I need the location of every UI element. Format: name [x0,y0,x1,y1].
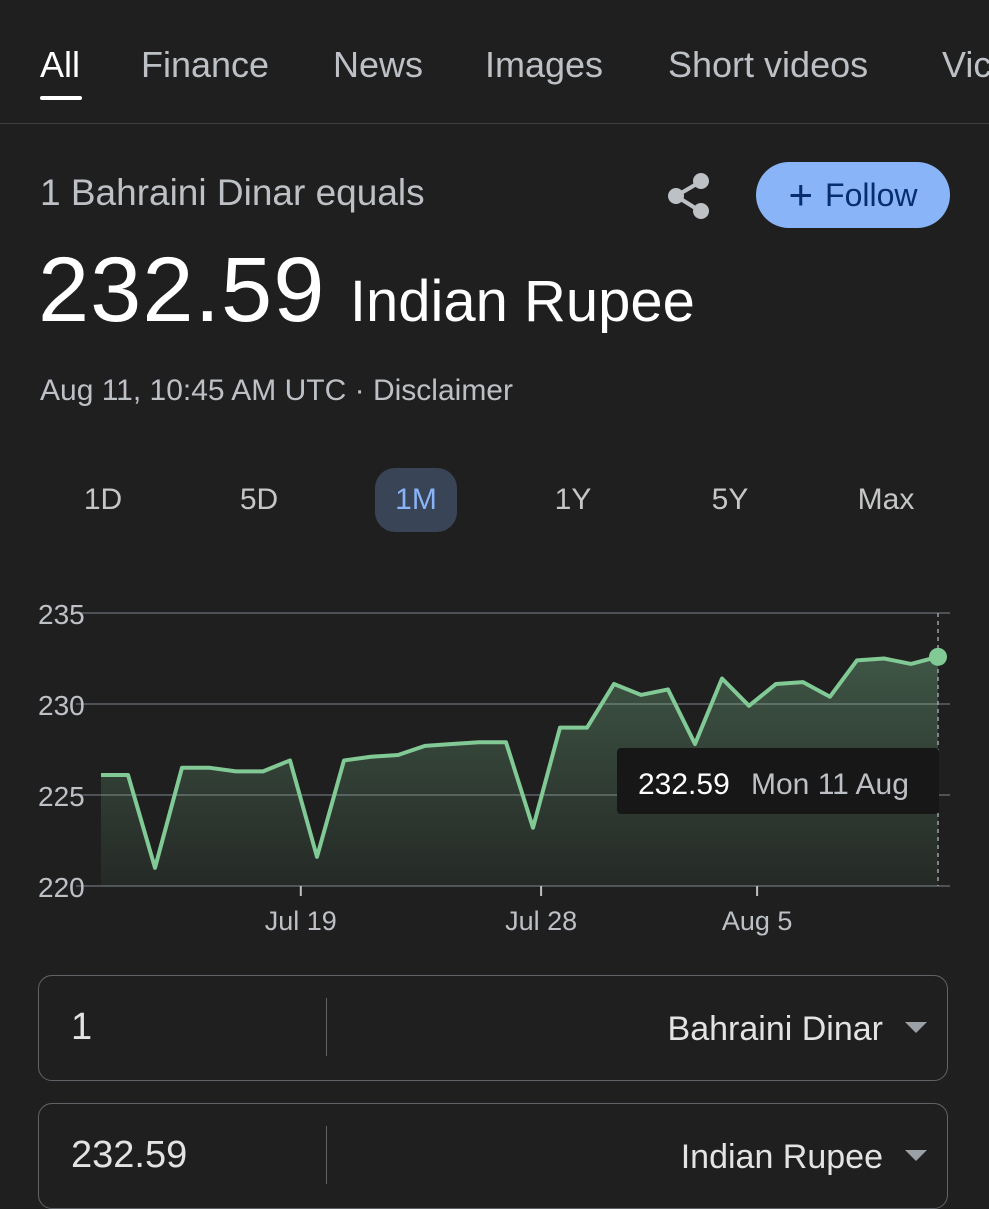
timestamp: Aug 11, 10:45 AM UTC [40,374,347,407]
tooltip-date: Mon 11 Aug [751,768,909,801]
active-tab-indicator [40,96,82,100]
disclaimer-link[interactable]: Disclaimer [373,374,513,407]
tooltip-value: 232.59 [638,768,730,801]
timestamp-line: Aug 11, 10:45 AM UTC · Disclaimer [40,374,513,408]
y-tick-label: 230 [38,690,85,721]
tab-short-videos[interactable]: Short videos [668,44,868,86]
converter-divider [326,1126,327,1184]
tab-all[interactable]: All [40,44,80,86]
chevron-down-icon[interactable] [905,1150,927,1161]
to-amount-input[interactable]: 232.59 [71,1134,187,1177]
tab-news[interactable]: News [333,44,423,86]
follow-button[interactable]: + Follow [756,162,950,228]
tab-images[interactable]: Images [485,44,603,86]
from-amount-input[interactable]: 1 [71,1006,92,1049]
x-tick-label: Jul 19 [265,906,337,936]
range-1m[interactable]: 1M [375,468,457,532]
range-5y[interactable]: 5Y [689,468,771,532]
to-currency-select[interactable]: Indian Rupee [681,1138,883,1177]
exchange-rate-chart[interactable]: 235 230 225 220 Jul 19 Jul 28 Aug 5 232.59 Mon 1… [0,580,989,950]
target-currency-name: Indian Rupee [349,269,695,334]
tab-videos[interactable]: Vic [942,44,989,86]
search-tabs: All Finance News Images Short videos Vic [0,0,989,124]
time-range-selector: 1D 5D 1M 1Y 5Y Max [0,468,989,532]
y-tick-label: 225 [38,781,85,812]
chevron-down-icon[interactable] [905,1022,927,1033]
x-tick-label: Aug 5 [722,906,793,936]
tab-finance[interactable]: Finance [141,44,269,86]
range-1y[interactable]: 1Y [532,468,614,532]
converter-from-row: 1 Bahraini Dinar [38,975,948,1081]
rate-value: 232.59 [38,239,326,341]
follow-label: Follow [825,176,918,213]
from-currency-select[interactable]: Bahraini Dinar [668,1010,883,1049]
converter-divider [326,998,327,1056]
range-1d[interactable]: 1D [62,468,144,532]
y-tick-label: 220 [38,872,85,903]
plus-icon: + [788,171,814,218]
range-5d[interactable]: 5D [218,468,300,532]
y-tick-label: 235 [38,599,85,630]
separator-dot: · [354,374,365,407]
conversion-label: 1 Bahraini Dinar equals [40,172,425,213]
rate-display: 232.59 Indian Rupee [38,238,695,343]
current-point [929,647,947,666]
x-tick-label: Jul 28 [505,906,577,936]
range-max[interactable]: Max [845,468,927,532]
share-icon[interactable] [664,170,714,222]
chart-svg[interactable]: 235 230 225 220 Jul 19 Jul 28 Aug 5 232.59 Mon 1… [0,580,989,950]
converter-to-row: 232.59 Indian Rupee [38,1103,948,1209]
